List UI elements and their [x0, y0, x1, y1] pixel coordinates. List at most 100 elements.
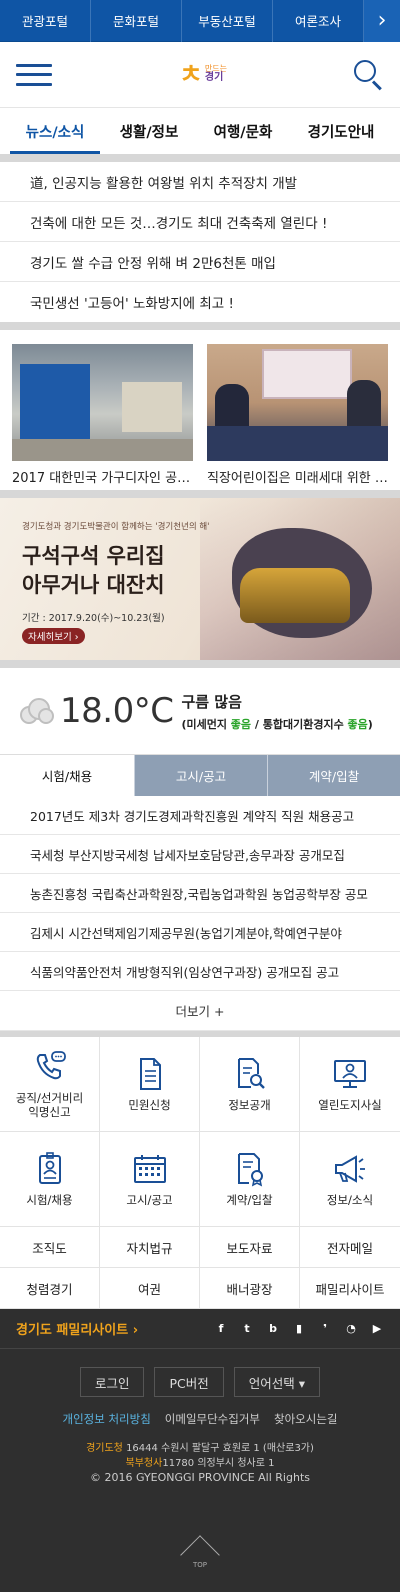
- banner-title: 구석구석 우리집 아무거나 대잔치: [22, 544, 165, 597]
- portal-bar: 관광포털 문화포털 부동산포털 여론조사 ›: [0, 0, 400, 42]
- calendar-icon: [133, 1155, 166, 1183]
- family-site-link[interactable]: 경기도 패밀리사이트 ›: [16, 1319, 138, 1338]
- weather-condition: 구름 많음: [181, 692, 242, 711]
- instagram-icon[interactable]: ◔: [344, 1322, 358, 1336]
- tab-announcement[interactable]: 고시/공고: [134, 755, 267, 796]
- list-item[interactable]: 김제시 시간선택제임기제공무원(농업기계분야,학예연구분야: [0, 913, 400, 952]
- id-badge-icon: [38, 1152, 61, 1184]
- fortress-graphic: [240, 568, 350, 623]
- privacy-policy-link[interactable]: 개인정보 처리방침: [62, 1411, 150, 1427]
- photo-card[interactable]: 직장어린이집은 미래세대 위한 투자: [207, 344, 388, 486]
- news-item[interactable]: 국민생선 '고등어' 노화방지에 최고 !: [0, 282, 400, 322]
- banner-detail-button[interactable]: 자세히보기 ›: [22, 628, 85, 644]
- service-label: 정보공개: [228, 1098, 271, 1112]
- story-icon[interactable]: ❜: [318, 1322, 332, 1336]
- chevron-up-icon: [180, 1535, 220, 1575]
- air-quality: (미세먼지 좋음 / 통합대기환경지수 좋음): [181, 717, 373, 731]
- pc-version-button[interactable]: PC버전: [154, 1367, 224, 1397]
- service-grid: 공직/선거비리 익명신고 민원신청 정보공개 열린도지사실 시험/채용 고시/공…: [0, 1037, 400, 1227]
- directions-link[interactable]: 찾아오시는길: [274, 1411, 337, 1427]
- phone-chat-icon: [36, 1051, 66, 1080]
- service-contract[interactable]: 계약/입찰: [200, 1132, 300, 1227]
- tab-contract[interactable]: 계약/입찰: [267, 755, 400, 796]
- service-label: 시험/채용: [26, 1193, 73, 1207]
- portal-link-realestate[interactable]: 부동산포털: [182, 0, 273, 42]
- kakao-icon[interactable]: ▮: [292, 1322, 306, 1336]
- menu-icon[interactable]: [16, 63, 52, 86]
- photo-caption: 직장어린이집은 미래세대 위한 투자: [207, 471, 388, 486]
- link-banners[interactable]: 배너광장: [200, 1268, 300, 1309]
- address: 경기도청 16444 수원시 팔달구 효원로 1 (매산로3가) 북부청사117…: [86, 1443, 314, 1469]
- divider: [0, 322, 400, 330]
- tab-living[interactable]: 생활/정보: [114, 108, 185, 154]
- event-banner[interactable]: 경기도청과 경기도박물관이 함께하는 '경기천년의 해' 구석구석 우리집 아무…: [0, 498, 400, 660]
- photo-caption: 2017 대한민국 가구디자인 공모전 및 전시회 개최: [12, 471, 193, 486]
- portal-link-survey[interactable]: 여론조사: [273, 0, 364, 42]
- service-label: 정보/소식: [326, 1193, 374, 1207]
- service-label: 민원신청: [128, 1098, 171, 1112]
- link-regulations[interactable]: 자치법규: [100, 1227, 200, 1268]
- email-refusal-link[interactable]: 이메일무단수집거부: [165, 1411, 260, 1427]
- service-governor[interactable]: 열린도지사실: [300, 1037, 400, 1132]
- link-integrity[interactable]: 청렴경기: [0, 1268, 100, 1309]
- weather-widget: 18.0°C 구름 많음 (미세먼지 좋음 / 통합대기환경지수 좋음): [0, 668, 400, 754]
- more-button[interactable]: 더보기 +: [0, 991, 400, 1031]
- tab-recruit[interactable]: 시험/채용: [0, 755, 134, 796]
- youtube-icon[interactable]: ▶: [370, 1322, 384, 1336]
- temperature: 18.0°C: [60, 691, 174, 731]
- service-label: 공직/선거비리 익명신고: [15, 1091, 84, 1119]
- list-item[interactable]: 식품의약품안전처 개방형직위(임상연구과장) 공개모집 공고: [0, 952, 400, 991]
- list-item[interactable]: 농촌진흥청 국립축산과학원장,국립농업과학원 농업공학부장 공모: [0, 874, 400, 913]
- search-document-icon: [237, 1058, 265, 1089]
- service-recruit[interactable]: 시험/채용: [0, 1132, 100, 1227]
- news-item[interactable]: 경기도 쌀 수급 안정 위해 벼 2만6천톤 매입: [0, 242, 400, 282]
- service-notice[interactable]: 고시/공고: [100, 1132, 200, 1227]
- megaphone-icon: [335, 1155, 365, 1183]
- link-email[interactable]: 전자메일: [300, 1227, 400, 1268]
- sns-links: f t b ▮ ❜ ◔ ▶: [214, 1322, 384, 1336]
- link-passport[interactable]: 여권: [100, 1268, 200, 1309]
- document-icon: [139, 1058, 161, 1090]
- scroll-top-button[interactable]: TOP: [180, 1531, 220, 1575]
- twitter-icon[interactable]: t: [240, 1322, 254, 1336]
- banner-subtitle: 경기도청과 경기도박물관이 함께하는 '경기천년의 해': [22, 522, 210, 532]
- news-list: 道, 인공지능 활용한 여왕벌 위치 추적장치 개발 건축에 대한 모든 것…경…: [0, 162, 400, 322]
- service-disclosure[interactable]: 정보공개: [200, 1037, 300, 1132]
- list-item[interactable]: 2017년도 제3차 경기도경제과학진흥원 계약직 직원 채용공고: [0, 796, 400, 835]
- search-icon[interactable]: [353, 59, 384, 90]
- tab-about[interactable]: 경기도안내: [302, 108, 381, 154]
- service-news[interactable]: 정보/소식: [300, 1132, 400, 1227]
- meeting-photo: [207, 344, 388, 461]
- photo-card[interactable]: 2017 대한민국 가구디자인 공모전 및 전시회 개최: [12, 344, 193, 486]
- link-press[interactable]: 보도자료: [200, 1227, 300, 1268]
- portal-next-icon[interactable]: ›: [364, 0, 400, 42]
- service-petition[interactable]: 민원신청: [100, 1037, 200, 1132]
- service-report[interactable]: 공직/선거비리 익명신고: [0, 1037, 100, 1132]
- site-footer: 경기도 패밀리사이트 › f t b ▮ ❜ ◔ ▶ 로그인 PC버전 언어선택…: [0, 1309, 400, 1592]
- language-select[interactable]: 언어선택 ▾: [233, 1367, 321, 1397]
- divider: [0, 660, 400, 668]
- certificate-icon: [237, 1153, 263, 1187]
- divider: [0, 154, 400, 162]
- monitor-person-icon: [334, 1060, 366, 1088]
- link-org-chart[interactable]: 조직도: [0, 1227, 100, 1268]
- tab-travel[interactable]: 여행/문화: [208, 108, 279, 154]
- site-logo[interactable]: ㅊ 만드는 경기: [179, 62, 227, 88]
- tab-news[interactable]: 뉴스/소식: [9, 108, 100, 154]
- service-label: 계약/입찰: [226, 1193, 273, 1207]
- login-button[interactable]: 로그인: [79, 1367, 145, 1397]
- news-item[interactable]: 건축에 대한 모든 것…경기도 최대 건축축제 열린다 !: [0, 202, 400, 242]
- portal-link-culture[interactable]: 문화포털: [91, 0, 182, 42]
- divider: [0, 490, 400, 498]
- list-item[interactable]: 국세청 부산지방국세청 납세자보호담당관,송무과장 공개모집: [0, 835, 400, 874]
- copyright: © 2016 GYEONGGI PROVINCE All Rights: [89, 1471, 310, 1484]
- cloud-icon: [16, 696, 56, 726]
- news-item[interactable]: 道, 인공지능 활용한 여왕벌 위치 추적장치 개발: [0, 162, 400, 202]
- site-header: ㅊ 만드는 경기: [0, 42, 400, 108]
- link-family-sites[interactable]: 패밀리사이트: [300, 1268, 400, 1309]
- portal-link-tourism[interactable]: 관광포털: [0, 0, 91, 42]
- blog-icon[interactable]: b: [266, 1322, 280, 1336]
- logo-main-text: 경기: [204, 72, 224, 84]
- facebook-icon[interactable]: f: [214, 1322, 228, 1336]
- notice-tabs: 시험/채용 고시/공고 계약/입찰: [0, 754, 400, 796]
